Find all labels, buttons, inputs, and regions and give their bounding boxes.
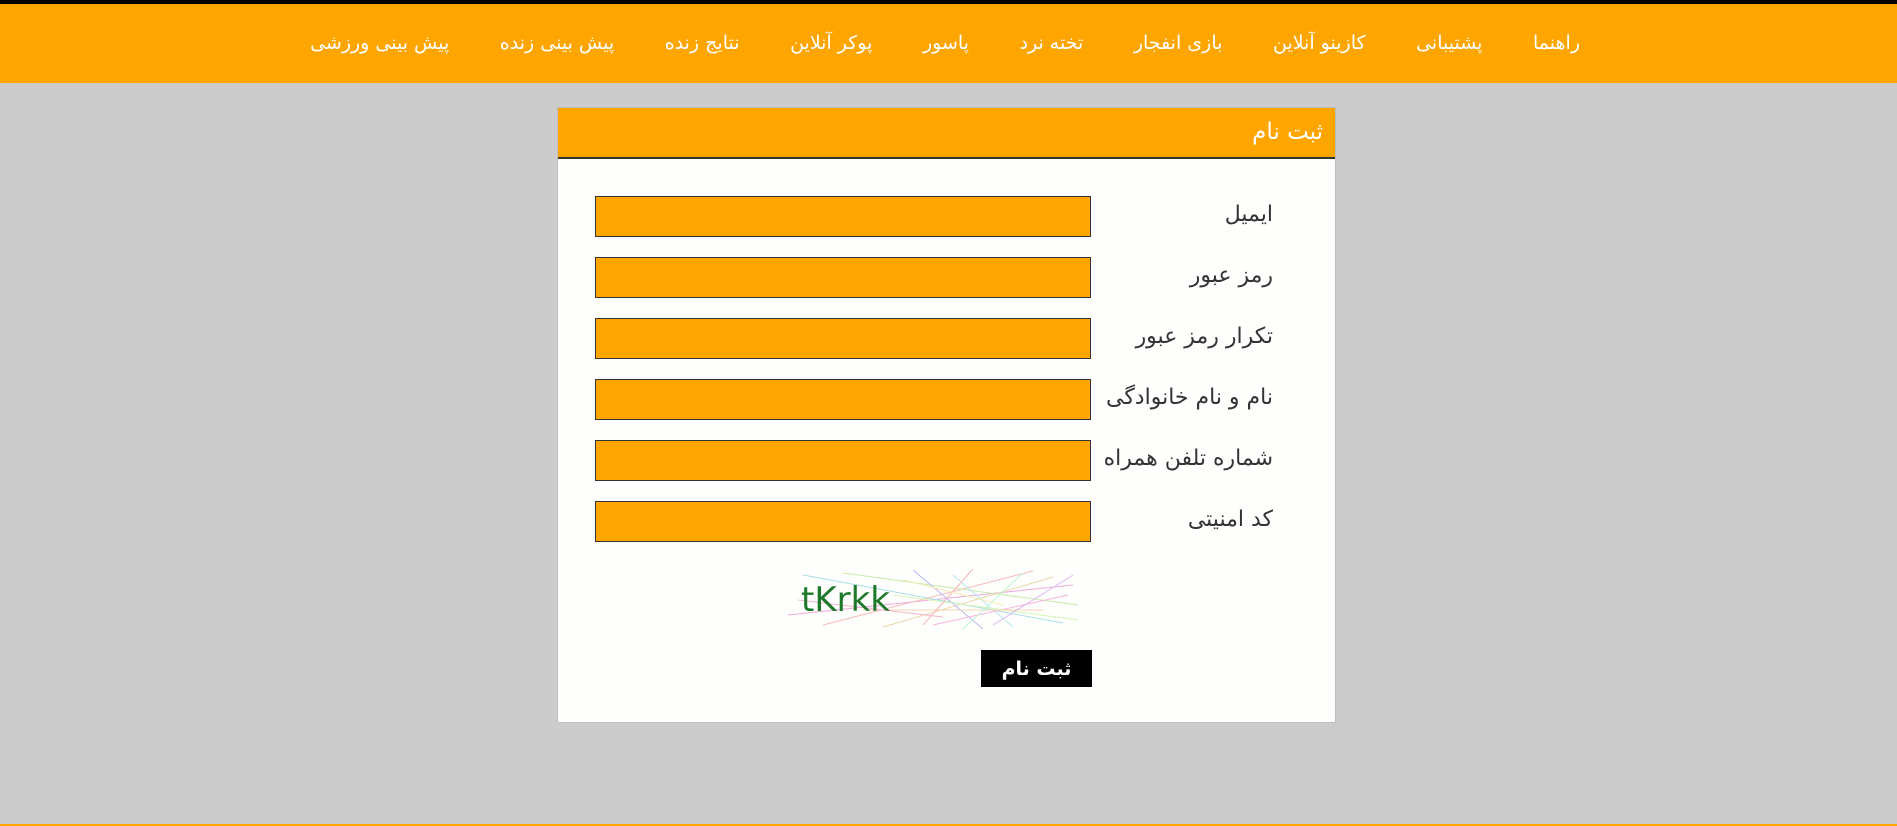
fullname-label: نام و نام خانوادگی: [1105, 385, 1273, 410]
confirm-password-field[interactable]: [595, 318, 1091, 359]
password-field[interactable]: [595, 257, 1091, 298]
panel-title: ثبت نام: [1252, 119, 1323, 145]
nav-item-support[interactable]: پشتیبانی: [1416, 34, 1482, 53]
nav-item-online-casino[interactable]: کازینو آنلاین: [1273, 34, 1366, 53]
security-code-row: کد امنیتی: [558, 501, 1335, 542]
phone-label: شماره تلفن همراه: [1103, 446, 1273, 471]
main-nav: پیش بینی ورزشی پیش بینی زنده نتایج زنده …: [310, 4, 1580, 83]
password-label: رمز عبور: [1189, 263, 1273, 288]
email-label: ایمیل: [1224, 202, 1273, 227]
nav-item-help[interactable]: راهنما: [1533, 34, 1580, 53]
password-row: رمز عبور: [558, 257, 1335, 298]
register-button[interactable]: ثبت نام: [981, 650, 1092, 687]
nav-item-live-results[interactable]: نتایج زنده: [665, 34, 740, 53]
phone-field[interactable]: [595, 440, 1091, 481]
confirm-password-label: تکرار رمز عبور: [1135, 324, 1273, 349]
email-row: ایمیل: [558, 196, 1335, 237]
nav-item-live-prediction[interactable]: پیش بینی زنده: [500, 34, 614, 53]
panel-header: ثبت نام: [558, 108, 1335, 159]
nav-item-online-poker[interactable]: پوکر آنلاین: [790, 34, 872, 53]
confirm-password-row: تکرار رمز عبور: [558, 318, 1335, 359]
security-code-label: کد امنیتی: [1187, 507, 1273, 532]
security-code-field[interactable]: [595, 501, 1091, 542]
phone-row: شماره تلفن همراه: [558, 440, 1335, 481]
top-navbar: پیش بینی ورزشی پیش بینی زنده نتایج زنده …: [0, 4, 1897, 83]
fullname-field[interactable]: [595, 379, 1091, 420]
fullname-row: نام و نام خانوادگی: [558, 379, 1335, 420]
registration-panel: ثبت نام ایمیل رمز عبور تکرار رمز عبور نا…: [557, 107, 1336, 723]
captcha-text: tKrkk: [801, 580, 890, 620]
captcha-image: tKrkk: [787, 568, 1079, 630]
nav-item-sports-prediction[interactable]: پیش بینی ورزشی: [310, 34, 449, 53]
nav-item-backgammon[interactable]: تخته نرد: [1020, 34, 1084, 53]
nav-item-pasur[interactable]: پاسور: [923, 34, 969, 53]
email-field[interactable]: [595, 196, 1091, 237]
nav-item-crash-game[interactable]: بازی انفجار: [1134, 34, 1223, 53]
